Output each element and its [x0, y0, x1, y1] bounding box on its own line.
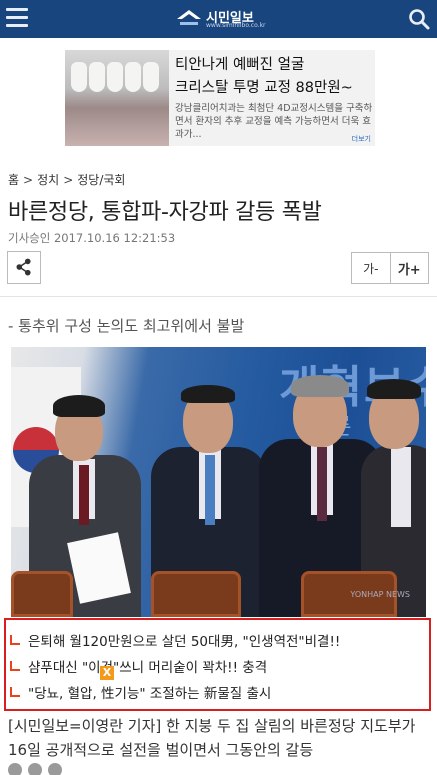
breadcrumb-subsection[interactable]: 정당/국회	[77, 171, 125, 188]
breadcrumb-home[interactable]: 홈	[8, 171, 19, 188]
corner-arrow-icon	[10, 661, 20, 671]
related-links-box: 은퇴해 월120만원으로 살던 50대男, "인생역전"비결!! 샴푸대신 "이…	[4, 618, 431, 711]
divider	[0, 296, 437, 297]
article-headline: 바른정당, 통합파-자강파 갈등 폭발	[8, 200, 322, 225]
top-navigation-bar: 시민일보 www.siminilbo.co.kr	[0, 0, 437, 38]
search-icon[interactable]	[407, 7, 431, 31]
font-larger-button[interactable]: 가+	[389, 253, 429, 283]
breadcrumb-separator: >	[63, 173, 74, 187]
font-smaller-button[interactable]: 가-	[352, 253, 390, 283]
article-photo[interactable]: 개혁보수 바른 YONHAP NEWS	[11, 347, 426, 617]
ad-more-link[interactable]: 더보기	[352, 134, 371, 144]
article-meta: 기사승인 2017.10.16 12:21:53	[8, 230, 175, 246]
ad-description: 강남클리어치과는 최첨단 4D교정시스템을 구축하면서 환자의 추후 교정을 예…	[175, 103, 373, 140]
article-body-continuation	[8, 762, 432, 775]
corner-arrow-icon	[10, 635, 20, 645]
article-subtitle: - 통추위 구성 논의도 최고위에서 불발	[8, 317, 245, 335]
logo-subtext: www.siminilbo.co.kr	[206, 22, 266, 29]
photo-watermark: YONHAP NEWS	[350, 590, 410, 599]
published-label: 기사승인	[8, 231, 51, 245]
site-logo[interactable]: 시민일보 www.siminilbo.co.kr	[176, 6, 266, 32]
hamburger-icon[interactable]	[6, 8, 28, 28]
ad-title-line2: 크리스탈 투명 교정 88만원~	[175, 80, 353, 96]
breadcrumb-separator: >	[23, 173, 34, 187]
related-link[interactable]: 샴푸대신 "이것"쓰니 머리숱이 꽉차!! 충격	[10, 656, 267, 676]
chair	[11, 571, 73, 617]
published-time: 12:21:53	[123, 231, 176, 245]
close-icon[interactable]: X	[100, 666, 114, 680]
breadcrumb-section[interactable]: 정치	[37, 171, 59, 188]
published-date: 2017.10.16	[53, 231, 120, 245]
share-button[interactable]	[7, 251, 41, 284]
related-link[interactable]: "당뇨, 혈압, 性기능" 조절하는 新물질 출시	[10, 682, 271, 702]
ad-banner[interactable]: 티안나게 예뻐진 얼굴 크리스탈 투명 교정 88만원~ 강남클리어치과는 최첨…	[65, 50, 375, 146]
share-icon	[16, 258, 31, 276]
ad-image	[65, 50, 169, 146]
breadcrumb: 홈 > 정치 > 정당/국회	[8, 171, 125, 188]
related-link[interactable]: 은퇴해 월120만원으로 살던 50대男, "인생역전"비결!!	[10, 630, 340, 650]
logo-mark-icon	[177, 10, 201, 25]
chair	[151, 571, 241, 617]
article-body: [시민일보=이영란 기자] 한 지붕 두 집 살림의 바른정당 지도부가 16일…	[8, 717, 416, 759]
ad-title-line1: 티안나게 예뻐진 얼굴	[175, 57, 305, 73]
corner-arrow-icon	[10, 687, 20, 697]
font-size-controls: 가- 가+	[351, 252, 429, 284]
